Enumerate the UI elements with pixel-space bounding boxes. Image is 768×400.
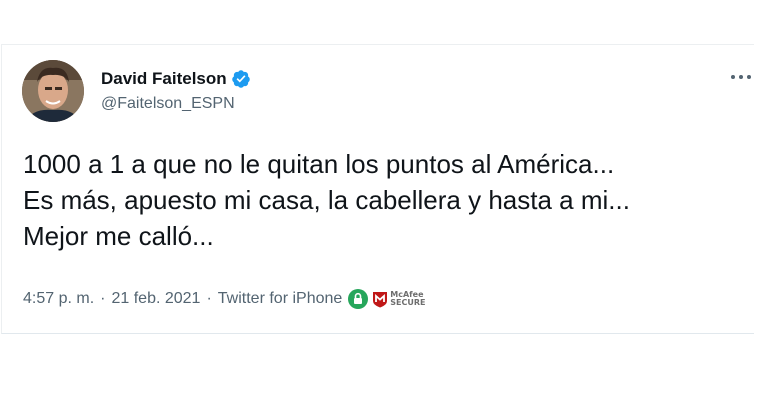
tweet-time[interactable]: 4:57 p. m. bbox=[23, 290, 94, 308]
tweet-text-line: Es más, apuesto mi casa, la cabellera y … bbox=[23, 185, 630, 215]
meta-separator: · bbox=[100, 290, 106, 307]
mcafee-secure-badge: McAfee SECURE bbox=[372, 291, 426, 308]
more-options-icon[interactable] bbox=[728, 69, 754, 85]
tweet-text-line: Mejor me calló... bbox=[23, 221, 214, 251]
tweet-metadata: 4:57 p. m. · 21 feb. 2021 · Twitter for … bbox=[23, 289, 426, 309]
green-lock-icon bbox=[348, 289, 369, 309]
tweet-source[interactable]: Twitter for iPhone bbox=[218, 290, 343, 308]
author-name-row[interactable]: David Faitelson bbox=[101, 69, 251, 89]
author-handle[interactable]: @Faitelson_ESPN bbox=[101, 95, 235, 113]
verified-badge-icon bbox=[231, 70, 250, 88]
tweet-text-line: 1000 a 1 a que no le quitan los puntos a… bbox=[23, 149, 615, 179]
mcafee-secure-text: SECURE bbox=[390, 298, 426, 307]
author-avatar[interactable] bbox=[22, 60, 84, 122]
meta-separator: · bbox=[206, 290, 212, 307]
mcafee-shield-icon bbox=[373, 291, 388, 307]
tweet-date[interactable]: 21 feb. 2021 bbox=[111, 290, 200, 308]
tweet-card: David Faitelson @Faitelson_ESPN 1000 a 1… bbox=[1, 44, 754, 334]
tweet-text: 1000 a 1 a que no le quitan los puntos a… bbox=[23, 146, 743, 254]
avatar-photo-icon bbox=[22, 60, 84, 122]
author-display-name[interactable]: David Faitelson bbox=[101, 69, 227, 89]
